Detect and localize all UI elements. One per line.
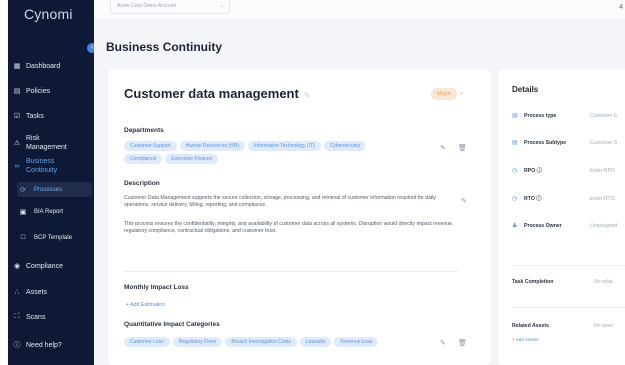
sidebar-item-tasks[interactable]: ☑ Tasks [8, 112, 94, 121]
user-icon: ♟ [512, 223, 518, 229]
details-card: Details ▤ Process type Customer E ▤ Proc… [498, 69, 625, 365]
quantitative-tags: Customer Loss Regulatory Fines Breach In… [124, 337, 409, 347]
impact-tag: Regulatory Fines [172, 337, 223, 347]
sidebar-item-business-continuity[interactable]: ∞ Business Continuity [8, 157, 88, 175]
topbar: Acme Corp Demo Account ⌄ 4 [94, 0, 625, 20]
assets-icon: ∴ [14, 289, 20, 296]
detail-row-process-subtype[interactable]: ▤ Process Subtype Customer S [512, 139, 625, 147]
delete-departments-icon[interactable]: 🗑 [458, 144, 467, 152]
sidebar-item-dashboard[interactable]: ▦ Dashboard [8, 62, 94, 71]
sidebar-subitem-bcp-template[interactable]: □ BCP Template [17, 234, 92, 241]
description-label: Description [124, 180, 160, 187]
tasks-icon: ☑ [13, 113, 21, 120]
sidebar-item-policies[interactable]: ▤ Policies [8, 87, 94, 96]
detail-row-rpo[interactable]: ◷ RPO ⓘ Enter RPO [512, 167, 625, 175]
topbar-right-label[interactable]: 4 [619, 4, 623, 11]
sidebar: Cynomi ▦ Dashboard ▤ Policies ☑ Tasks ⚠ … [8, 0, 94, 365]
clock-icon: ◷ [512, 168, 518, 174]
quantitative-impact-label: Quantitative Impact Categories [124, 321, 220, 328]
grid-icon: ▦ [13, 63, 21, 70]
sidebar-item-scans[interactable]: ⛶ Scans [8, 313, 94, 321]
impact-tag: Customer Loss [124, 337, 170, 347]
detail-row-process-owner[interactable]: ♟ Process Owner Unassigned [512, 222, 625, 230]
divider [124, 271, 459, 272]
edit-description-icon[interactable]: ✎ [461, 197, 467, 205]
department-tag: Cybersecurity [323, 141, 367, 151]
clock-icon: ◷ [512, 196, 518, 202]
departments-tags: Customer Support Human Resources (HR) In… [124, 141, 369, 164]
detail-row-rto[interactable]: ◷ RTO ⓘ Enter RTO [512, 195, 625, 203]
processes-icon: ⟳ [20, 186, 26, 194]
related-assets-label: Related Assets [512, 323, 550, 329]
task-completion-label: Task Completion [512, 279, 554, 285]
department-tag: Information Technology (IT) [247, 141, 321, 151]
delete-impact-icon[interactable]: 🗑 [458, 339, 467, 347]
sidebar-subitem-bia-report[interactable]: ▣ BIA Report [17, 208, 92, 216]
policies-icon: ▤ [13, 88, 21, 95]
monthly-impact-label: Monthly Impact Loss [124, 284, 189, 291]
chevron-left-icon: ‹ [90, 44, 94, 51]
risk-icon: ⚠ [13, 140, 21, 147]
impact-tag: Revenue Loss [334, 337, 379, 347]
severity-badge[interactable]: Major [431, 88, 457, 100]
scans-icon: ⛶ [14, 313, 20, 320]
divider [512, 265, 625, 266]
description-text-2: This process ensures the confidentiality… [124, 221, 454, 235]
department-tag: Executive Finance [165, 154, 219, 164]
impact-tag: Breach Investigation Costs [225, 337, 297, 347]
document-icon: ▤ [512, 140, 518, 146]
edit-impact-icon[interactable]: ✎ [440, 339, 446, 347]
department-tag: Customer Support [124, 141, 177, 151]
sidebar-item-assets[interactable]: ∴ Assets [8, 288, 94, 297]
process-card: Customer data management ✎ Major ⌄ Depart… [108, 69, 491, 365]
sidebar-item-need-help[interactable]: ⓘ Need help? [8, 340, 94, 350]
help-icon: ⓘ [13, 342, 21, 349]
add-assets-link[interactable]: + Add Assets [512, 337, 539, 342]
edit-departments-icon[interactable]: ✎ [440, 144, 446, 152]
add-estimation-link[interactable]: + Add Estimation [126, 302, 165, 308]
report-icon: ▣ [19, 209, 27, 216]
description-text-1: Customer Data Management supports the se… [124, 195, 436, 209]
divider [512, 307, 625, 308]
compliance-icon: ◉ [13, 263, 21, 270]
edit-title-icon[interactable]: ✎ [304, 91, 311, 100]
document-icon: ▤ [512, 113, 518, 119]
sidebar-item-risk-management[interactable]: ⚠ Risk Management [8, 134, 88, 152]
task-completion-value: No relat [594, 279, 613, 285]
app-logo: Cynomi [24, 6, 73, 22]
department-tag: Human Resources (HR) [179, 141, 245, 151]
chevron-down-icon[interactable]: ⌄ [459, 89, 464, 96]
main-content: Business Continuity Customer data manage… [94, 20, 625, 365]
page-title: Business Continuity [106, 40, 223, 54]
link-icon: ∞ [14, 162, 20, 170]
departments-label: Departments [124, 127, 164, 134]
process-title: Customer data management ✎ [124, 86, 311, 101]
impact-tag: Lawsuits [299, 337, 332, 347]
account-selector[interactable]: Acme Corp Demo Account ⌄ [110, 0, 230, 14]
sidebar-subitem-processes[interactable]: ⟳ Processes [17, 182, 92, 197]
department-tag: Compliance [124, 154, 163, 164]
chevron-down-icon: ⌄ [219, 3, 224, 9]
template-icon: □ [20, 234, 26, 241]
details-title: Details [512, 85, 539, 94]
related-assets-value: No asse [594, 323, 614, 329]
sidebar-item-compliance[interactable]: ◉ Compliance [8, 262, 94, 271]
detail-row-process-type[interactable]: ▤ Process type Customer E [512, 112, 625, 120]
